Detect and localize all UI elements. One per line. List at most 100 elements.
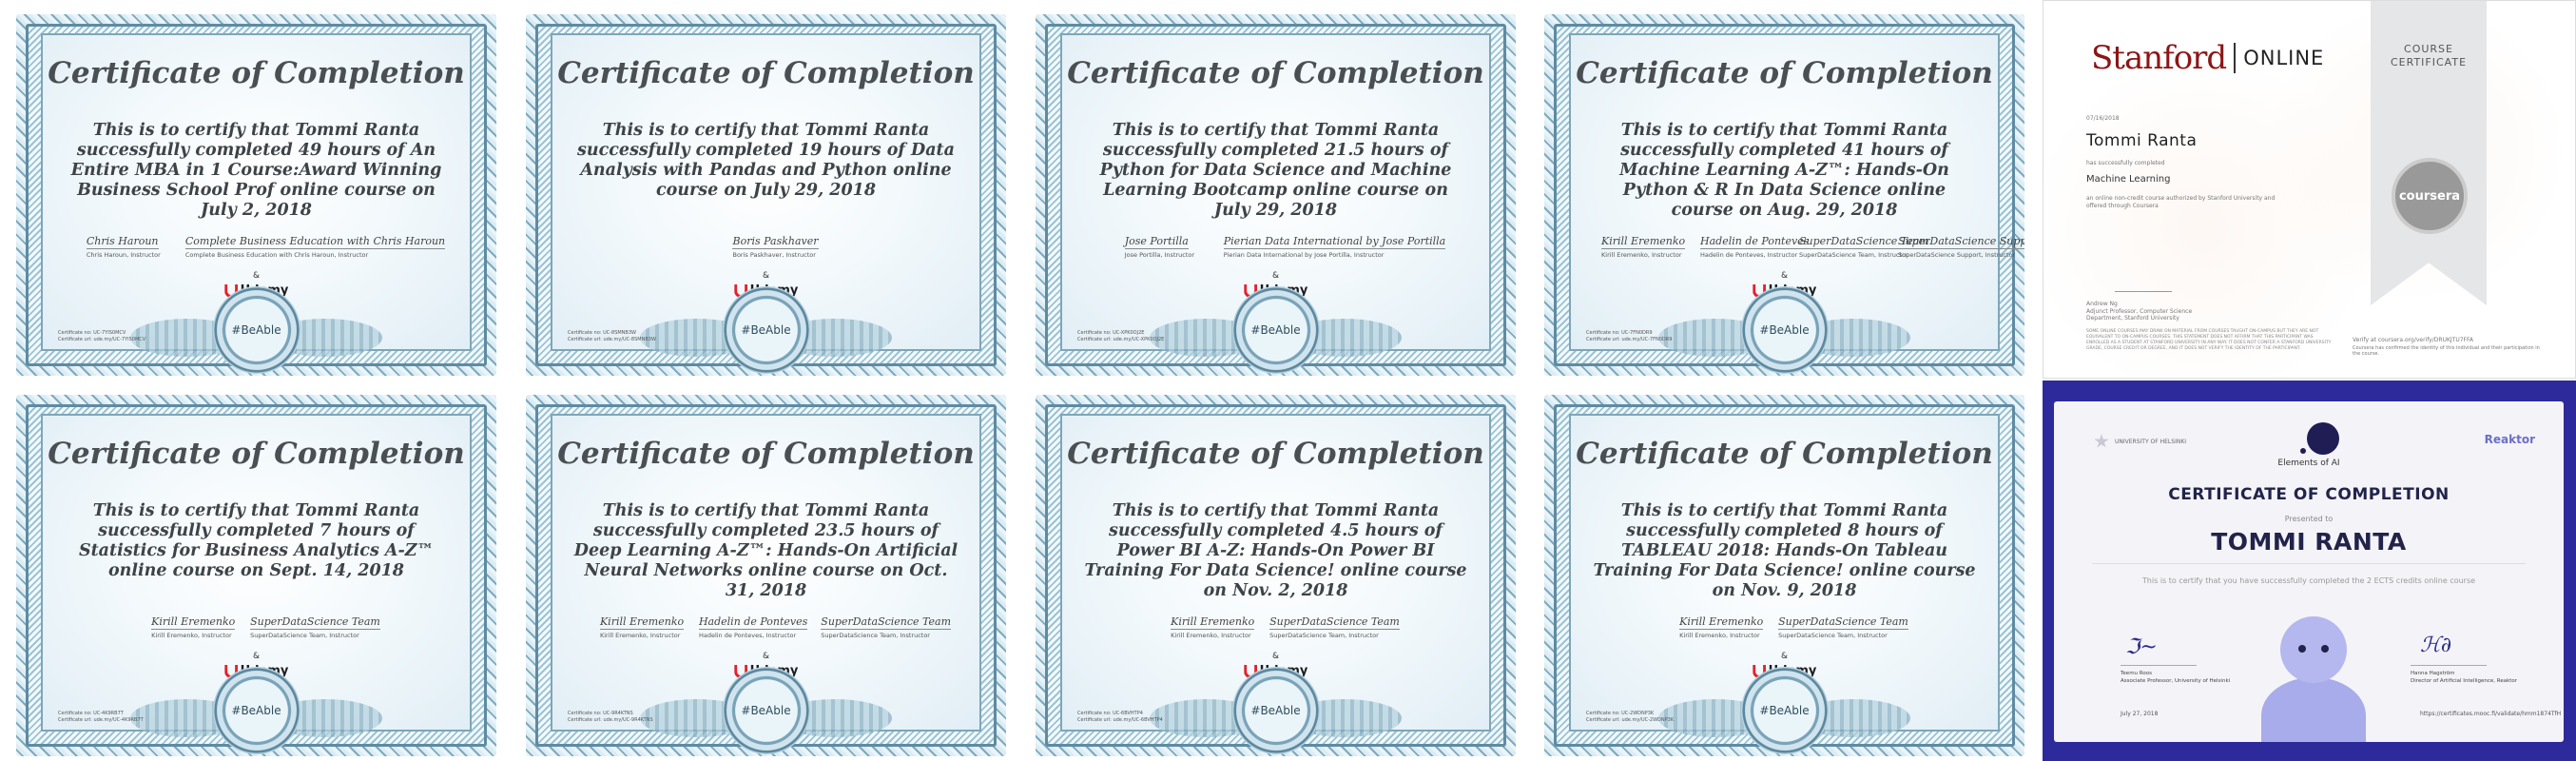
eai-partner: Reaktor bbox=[2484, 433, 2535, 446]
eai-signature-right bbox=[2411, 639, 2487, 666]
signature-caption: Kirill Eremenko, Instructor bbox=[1679, 632, 1760, 639]
signature-block: Hadelin de Ponteves Hadelin de Ponteves,… bbox=[1700, 235, 1810, 262]
signature-caption: SuperDataScience Team, Instructor bbox=[821, 632, 930, 639]
signature-caption: Kirill Eremenko, Instructor bbox=[1601, 251, 1682, 259]
eai-statement: This is to certify that you have success… bbox=[2141, 576, 2476, 585]
signatures: Kirill Eremenko Kirill Eremenko, Instruc… bbox=[73, 615, 458, 642]
signature-script: SuperDataScience Team bbox=[250, 615, 380, 630]
certificate-body: This is to certify that Tommi Ranta succ… bbox=[1619, 121, 1949, 220]
certificate-body: This is to certify that Tommi Ranta succ… bbox=[1099, 121, 1452, 220]
certificate-title: Certificate of Completion bbox=[1067, 56, 1484, 90]
stanford-recipient: Tommi Ranta bbox=[2086, 131, 2198, 150]
seal-hashtag: #BeAble bbox=[741, 323, 791, 337]
signature-block: SuperDataScience Team SuperDataScience T… bbox=[1778, 615, 1908, 642]
signature-caption: Pierian Data International by Jose Porti… bbox=[1223, 251, 1385, 259]
seal-hashtag: #BeAble bbox=[231, 704, 281, 717]
ribbon-line-2: CERTIFICATE bbox=[2390, 56, 2468, 68]
stanford-signer-title: Adjunct Professor, Computer Science Depa… bbox=[2086, 308, 2193, 322]
certificate-id: Certificate no: UC-7FN0DR9 Certificate u… bbox=[1586, 330, 1673, 342]
eai-signature-left bbox=[2121, 639, 2197, 666]
signatures: Boris Paskhaver Boris Paskhaver, Instruc… bbox=[583, 235, 968, 262]
signature-caption: Jose Portilla, Instructor bbox=[1124, 251, 1195, 259]
signature-block: Pierian Data International by Jose Porti… bbox=[1223, 235, 1446, 262]
signature-script: SuperDataScience Support bbox=[1898, 235, 2024, 249]
certificate-title: Certificate of Completion bbox=[557, 437, 975, 471]
certificate-id: Certificate no: UC-4K9RB7T Certificate u… bbox=[58, 711, 144, 723]
udemy-certificate: Certificate of Completion This is to cer… bbox=[1036, 395, 1516, 756]
signature-block: Kirill Eremenko Kirill Eremenko, Instruc… bbox=[1679, 615, 1765, 642]
certificate-body: This is to certify that Tommi Ranta succ… bbox=[78, 501, 435, 580]
ampersand: & bbox=[1271, 271, 1280, 281]
eai-logo-small-dot bbox=[2300, 448, 2306, 454]
eai-sig-left-title: Associate Professor, University of Helsi… bbox=[2121, 678, 2231, 684]
ampersand: & bbox=[762, 652, 770, 661]
stanford-completed: has successfully completed bbox=[2086, 160, 2165, 166]
signature-block: Hadelin de Ponteves Hadelin de Ponteves,… bbox=[698, 615, 808, 642]
certificate-id: Certificate no: UC-XPK0OJ2E Certificate … bbox=[1077, 330, 1165, 342]
certificate-body: This is to certify that Tommi Ranta succ… bbox=[577, 121, 955, 200]
certificate-id: Certificate no: UC-6BVHTP4 Certificate u… bbox=[1077, 711, 1163, 723]
beable-seal-icon: #BeAble bbox=[1231, 667, 1320, 754]
certificate-title: Certificate of Completion bbox=[1576, 437, 1993, 471]
certificate-body: This is to certify that Tommi Ranta succ… bbox=[573, 501, 959, 600]
eai-title: CERTIFICATE OF COMPLETION bbox=[2168, 485, 2450, 504]
seal-hashtag: #BeAble bbox=[1250, 323, 1301, 337]
certificate-id: Certificate no: UC-2WDNP3K Certificate u… bbox=[1586, 711, 1675, 723]
robot-eye-icon bbox=[2298, 645, 2306, 653]
coursera-seal-text: coursera bbox=[2398, 188, 2461, 204]
beable-seal-icon: #BeAble bbox=[722, 286, 810, 374]
signatures: Kirill Eremenko Kirill Eremenko, Instruc… bbox=[583, 615, 968, 642]
eai-presented: Presented to bbox=[2284, 515, 2334, 523]
certificate-title: Certificate of Completion bbox=[557, 56, 975, 90]
signature-block: SuperDataScience Team SuperDataScience T… bbox=[250, 615, 380, 642]
stanford-fine-print: SOME ONLINE COURSES MAY DRAW ON MATERIAL… bbox=[2086, 329, 2332, 351]
signature-block: Kirill Eremenko Kirill Eremenko, Instruc… bbox=[151, 615, 237, 642]
signature-caption: SuperDataScience Support, Instructor bbox=[1898, 251, 2016, 259]
signature-script: Kirill Eremenko bbox=[151, 615, 236, 630]
stanford-verify: Verify at coursera.org/verify/DRUKJTU7FF… bbox=[2353, 337, 2474, 343]
signature-script: SuperDataScience Team bbox=[821, 615, 952, 630]
udemy-certificate: Certificate of Completion This is to cer… bbox=[16, 14, 496, 376]
signature-block: Complete Business Education with Chris H… bbox=[184, 235, 446, 262]
certificate-title: Certificate of Completion bbox=[48, 56, 465, 90]
signature-block: SuperDataScience Team SuperDataScience T… bbox=[1799, 235, 1929, 262]
robot-head-icon bbox=[2280, 616, 2347, 683]
ampersand: & bbox=[1780, 271, 1789, 281]
ribbon-line-1: COURSE bbox=[2404, 43, 2453, 55]
coursera-seal-icon: coursera bbox=[2392, 158, 2468, 234]
signature-caption: Hadelin de Ponteves, Instructor bbox=[1700, 251, 1798, 259]
udemy-certificate: Certificate of Completion This is to cer… bbox=[1036, 14, 1516, 376]
signature-block: SuperDataScience Support SuperDataScienc… bbox=[1898, 235, 2024, 262]
certificate-title: Certificate of Completion bbox=[1576, 56, 1993, 90]
signature-block: Boris Paskhaver Boris Paskhaver, Instruc… bbox=[732, 235, 819, 262]
eai-product: Elements of AI bbox=[2277, 459, 2340, 468]
eai-url: https://certificates.mooc.fi/validate/hm… bbox=[2420, 711, 2562, 717]
certificate-id: Certificate no: UC-7YIS0MCV Certificate … bbox=[58, 330, 146, 342]
signature-caption: SuperDataScience Team, Instructor bbox=[1778, 632, 1888, 639]
stanford-date: 07/16/2018 bbox=[2086, 115, 2120, 122]
signature-script: Pierian Data International by Jose Porti… bbox=[1223, 235, 1446, 249]
signature-block: Kirill Eremenko Kirill Eremenko, Instruc… bbox=[1171, 615, 1256, 642]
signature-block: Jose Portilla Jose Portilla, Instructor bbox=[1124, 235, 1211, 262]
udemy-certificate: Certificate of Completion This is to cer… bbox=[16, 395, 496, 756]
eai-date: July 27, 2018 bbox=[2121, 711, 2159, 717]
signature-script: SuperDataScience Team bbox=[1778, 615, 1908, 630]
udemy-certificate: Certificate of Completion This is to cer… bbox=[526, 395, 1006, 756]
udemy-certificate: Certificate of Completion This is to cer… bbox=[1544, 395, 2024, 756]
signature-block: SuperDataScience Team SuperDataScience T… bbox=[821, 615, 952, 642]
eai-divider bbox=[2092, 563, 2526, 564]
signature-block: Chris Haroun Chris Haroun, Instructor bbox=[86, 235, 172, 262]
stanford-verify-sub: Coursera has confirmed the identity of t… bbox=[2353, 345, 2540, 357]
stanford-signer: Andrew Ng bbox=[2086, 301, 2118, 307]
university-star-icon bbox=[2094, 434, 2109, 448]
beable-seal-icon: #BeAble bbox=[1740, 286, 1829, 374]
elements-of-ai-certificate: UNIVERSITY OF HELSINKI Reaktor Elements … bbox=[2043, 380, 2576, 761]
certificate-body: This is to certify that Tommi Ranta succ… bbox=[1084, 501, 1467, 600]
beable-seal-icon: #BeAble bbox=[722, 667, 810, 754]
seal-hashtag: #BeAble bbox=[1250, 704, 1301, 717]
signatures: Kirill Eremenko Kirill Eremenko, Instruc… bbox=[1601, 615, 1986, 642]
stanford-course: Machine Learning bbox=[2086, 174, 2171, 185]
eai-sig-right-title: Director of Artificial Intelligence, Rea… bbox=[2411, 678, 2518, 684]
signature-script: Chris Haroun bbox=[86, 235, 159, 249]
stanford-ribbon-text: COURSE CERTIFICATE bbox=[2371, 43, 2487, 69]
